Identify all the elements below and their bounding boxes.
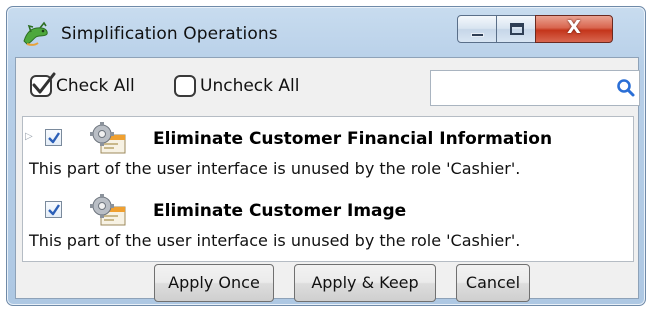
dialog-window: Simplification Operations X Check All Un… xyxy=(6,6,646,306)
minimize-button[interactable] xyxy=(457,15,497,43)
cancel-button[interactable]: Cancel xyxy=(456,264,530,302)
maximize-button[interactable] xyxy=(496,15,536,43)
dialog-content: Check All Uncheck All ▷ Eliminate Custom… xyxy=(15,57,640,302)
expand-arrow-icon[interactable]: ▷ xyxy=(25,131,33,142)
gear-window-icon xyxy=(87,193,129,229)
uncheck-all-label[interactable]: Uncheck All xyxy=(200,76,299,96)
operation-checkbox[interactable] xyxy=(45,201,62,218)
gear-window-icon xyxy=(87,121,129,157)
list-item: ▷ Eliminate Customer Financial Informati… xyxy=(23,121,633,191)
search-icon[interactable] xyxy=(616,78,636,102)
search-input[interactable] xyxy=(430,70,640,106)
operation-title: Eliminate Customer Financial Information xyxy=(153,129,553,149)
check-all-label[interactable]: Check All xyxy=(56,76,135,96)
list-item: Eliminate Customer Image This part of th… xyxy=(23,193,633,263)
operations-list: ▷ Eliminate Customer Financial Informati… xyxy=(22,116,634,262)
toolbar: Check All Uncheck All xyxy=(16,58,640,116)
apply-once-button[interactable]: Apply Once xyxy=(154,264,274,302)
operation-description: This part of the user interface is unuse… xyxy=(29,159,521,178)
lizard-icon xyxy=(21,21,51,47)
checkmark-icon xyxy=(32,72,56,94)
operation-checkbox[interactable] xyxy=(45,129,62,146)
checkmark-icon xyxy=(48,132,60,144)
operation-title: Eliminate Customer Image xyxy=(153,201,407,221)
check-all-checkbox[interactable] xyxy=(30,72,56,97)
uncheck-all-checkbox[interactable] xyxy=(174,75,196,97)
apply-keep-button[interactable]: Apply & Keep xyxy=(294,264,436,302)
close-button[interactable]: X xyxy=(535,15,613,43)
minimize-icon xyxy=(471,33,484,37)
operation-description: This part of the user interface is unuse… xyxy=(29,231,521,250)
checkmark-icon xyxy=(48,204,60,216)
close-icon: X xyxy=(567,17,581,38)
title-bar[interactable]: Simplification Operations X xyxy=(7,7,647,57)
maximize-icon xyxy=(510,23,524,35)
window-title: Simplification Operations xyxy=(61,24,278,44)
